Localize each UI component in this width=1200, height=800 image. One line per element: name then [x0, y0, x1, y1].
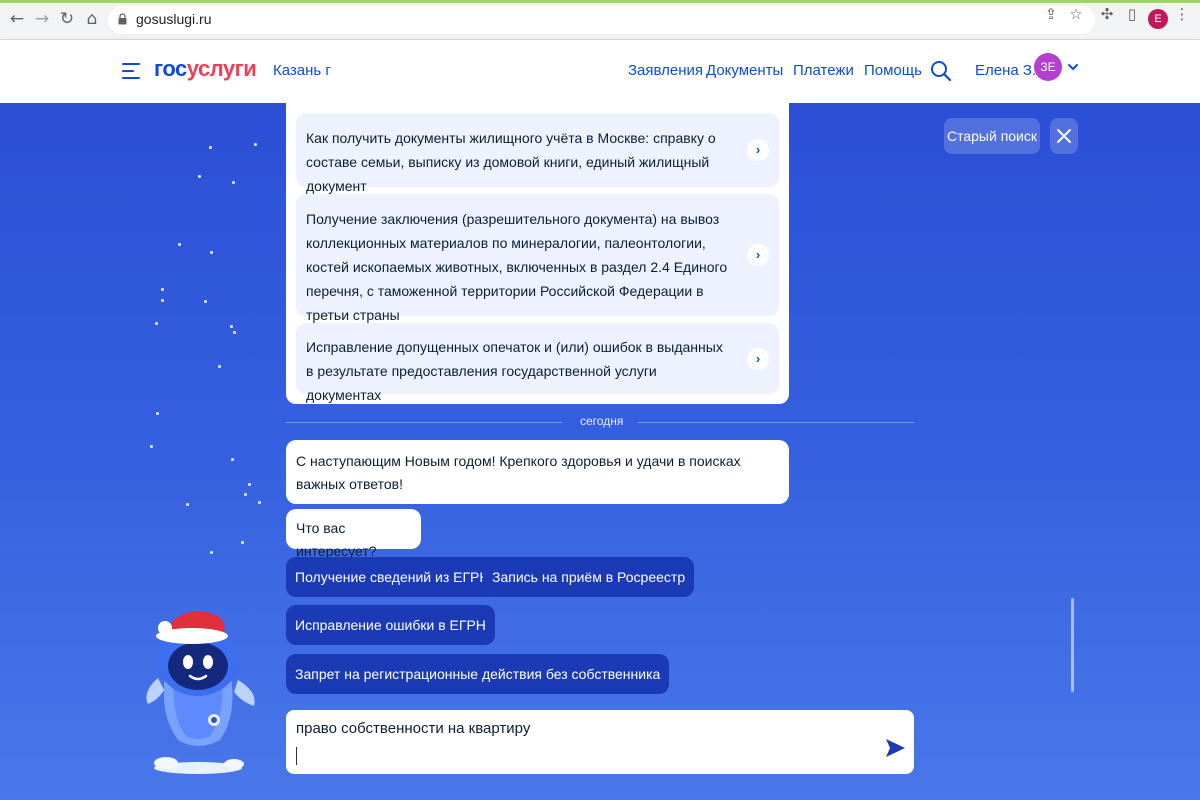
- user-name[interactable]: Елена З.: [975, 62, 1036, 79]
- user-avatar[interactable]: ЗЕ: [1034, 53, 1062, 81]
- snowflake: [232, 181, 235, 184]
- message-text: С наступающим Новым годом! Крепкого здор…: [296, 453, 741, 492]
- nav-payments[interactable]: Платежи: [793, 62, 854, 79]
- nav-documents[interactable]: Документы: [706, 62, 783, 79]
- chevron-right-icon: ›: [747, 139, 769, 161]
- snowflake: [258, 501, 261, 504]
- logo-text-uslugi: услуги: [186, 56, 257, 81]
- extensions-icon[interactable]: ✣: [1097, 4, 1117, 24]
- snowflake: [161, 288, 164, 291]
- old-search-button[interactable]: Старый поиск: [944, 118, 1040, 154]
- chevron-right-icon: ›: [747, 244, 769, 266]
- gosuslugi-logo[interactable]: госуслуги: [154, 56, 257, 82]
- snowflake: [254, 143, 257, 146]
- chevron-down-icon[interactable]: [1067, 62, 1079, 72]
- separator-line: [638, 422, 914, 423]
- snowflake: [233, 331, 236, 334]
- result-card-text: Как получить документы жилищного учёта в…: [306, 130, 716, 194]
- snowflake: [230, 325, 233, 328]
- day-separator-label: сегодня: [580, 414, 624, 428]
- nav-help[interactable]: Помощь: [864, 62, 922, 79]
- browser-profile-avatar[interactable]: E: [1148, 9, 1168, 29]
- search-icon[interactable]: [930, 60, 952, 82]
- snowflake: [155, 322, 158, 325]
- snowflake: [150, 445, 153, 448]
- snowflake: [209, 146, 212, 149]
- browser-menu-icon[interactable]: ⋮: [1172, 4, 1192, 24]
- text-caret: [296, 747, 297, 765]
- bot-message-question: Что вас интересует?: [286, 509, 421, 559]
- snowflake: [210, 251, 213, 254]
- forward-icon[interactable]: →: [31, 8, 53, 30]
- browser-toolbar: ← → ↻ ⌂ gosuslugi.ru ⇪ ☆ ✣ ▯ E ⋮: [0, 0, 1200, 40]
- bookmark-star-icon[interactable]: ☆: [1066, 4, 1086, 24]
- url-text: gosuslugi.ru: [136, 11, 212, 27]
- chevron-right-icon: ›: [747, 347, 769, 370]
- site-header: госуслуги Казань г Заявления Документы П…: [0, 40, 1200, 103]
- snowflake: [231, 458, 234, 461]
- result-card[interactable]: Получение заключения (разрешительного до…: [296, 194, 779, 323]
- send-icon[interactable]: [884, 737, 906, 759]
- snowflake: [218, 365, 221, 368]
- reload-icon[interactable]: ↻: [56, 8, 78, 30]
- menu-burger-icon[interactable]: [122, 63, 140, 79]
- snowflake: [178, 243, 181, 246]
- suggestion-chip-rosreestr-appointment[interactable]: Запись на приём в Росреестр: [483, 557, 695, 597]
- city-selector[interactable]: Казань г: [273, 62, 331, 79]
- close-icon: [1057, 129, 1071, 143]
- address-bar[interactable]: gosuslugi.ru: [108, 6, 1095, 34]
- separator-line: [286, 422, 562, 423]
- nav-applications[interactable]: Заявления: [628, 62, 703, 79]
- result-card[interactable]: Как получить документы жилищного учёта в…: [296, 113, 779, 194]
- snowflake: [210, 551, 213, 554]
- side-panel-icon[interactable]: ▯: [1122, 4, 1142, 24]
- home-icon[interactable]: ⌂: [81, 8, 103, 30]
- lock-icon: [118, 13, 127, 25]
- message-text: Что вас интересует?: [296, 520, 377, 559]
- chat-input[interactable]: право собственности на квартиру: [286, 710, 914, 774]
- result-card-text: Получение заключения (разрешительного до…: [306, 211, 728, 323]
- result-card[interactable]: Исправление допущенных опечаток и (или) …: [296, 323, 779, 403]
- close-chat-button[interactable]: [1050, 118, 1078, 154]
- suggestion-chip-egrn-info[interactable]: Получение сведений из ЕГРН: [286, 557, 499, 597]
- search-results-panel: Как получить документы жилищного учёта в…: [286, 103, 789, 404]
- snowflake: [204, 300, 207, 303]
- chat-scrollbar[interactable]: [1071, 598, 1074, 692]
- robot-mascot-illustration: [146, 611, 255, 774]
- snowflake: [186, 503, 189, 506]
- result-card-text: Исправление допущенных опечаток и (или) …: [306, 339, 723, 403]
- suggestion-chip-egrn-error-fix[interactable]: Исправление ошибки в ЕГРН: [286, 605, 495, 645]
- snowflake: [156, 412, 159, 415]
- logo-text-gos: гос: [154, 56, 187, 81]
- snowflake: [248, 483, 251, 486]
- bot-message-greeting: С наступающим Новым годом! Крепкого здор…: [286, 440, 789, 504]
- suggestion-chip-registration-ban[interactable]: Запрет на регистрационные действия без с…: [286, 654, 670, 694]
- chat-input-text: право собственности на квартиру: [296, 720, 531, 737]
- tab-strip-edge: [0, 0, 1200, 3]
- share-icon[interactable]: ⇪: [1041, 4, 1061, 24]
- snowflake: [241, 541, 244, 544]
- snowflake: [161, 299, 164, 302]
- snowflake: [244, 493, 247, 496]
- back-icon[interactable]: ←: [6, 8, 28, 30]
- snowflake: [198, 175, 201, 178]
- day-separator: сегодня: [286, 414, 914, 430]
